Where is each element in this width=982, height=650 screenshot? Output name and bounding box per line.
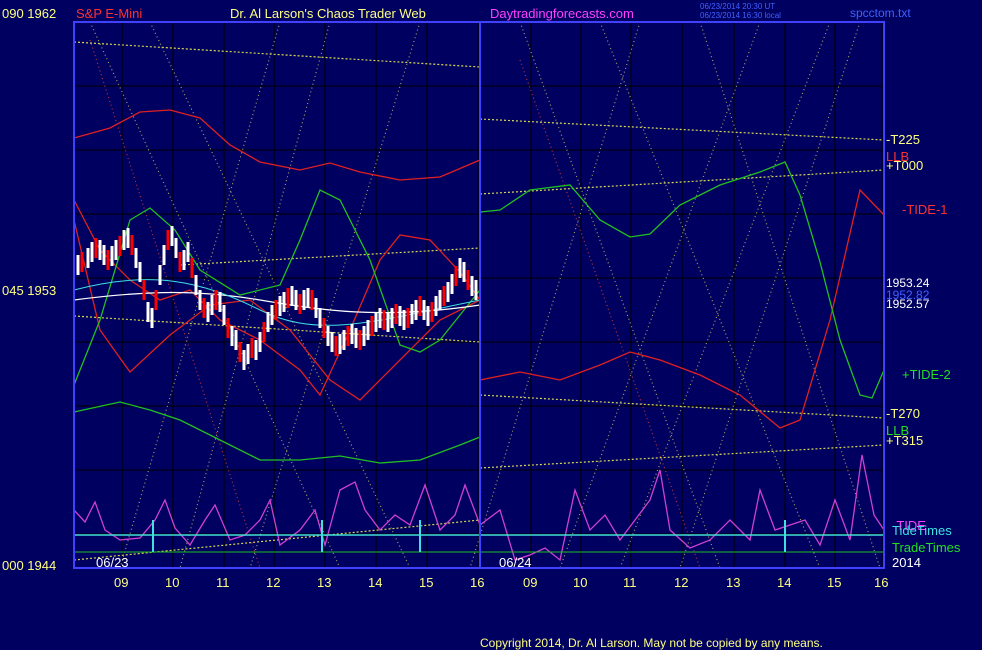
diagonal-line-11 [519,59,701,569]
price-mid-label: 045 1953 [2,283,57,298]
diagonal-line-13 [699,21,881,569]
x-tick-label-11: 12 [674,575,689,590]
x-tick-label-2: 11 [216,575,230,590]
chart-title: Dr. Al Larson's Chaos Trader Web [230,6,426,21]
x-tick-label-10: 11 [623,575,637,590]
trend-line-2 [179,247,481,266]
timestamp-local: 06/23/2014 16:30 local [700,11,781,20]
session-date-1: 06/23 [96,555,129,570]
diagonal-line-10 [89,39,261,569]
x-tick-label-4: 13 [317,575,332,590]
x-tick-label-7: 16 [470,575,485,590]
label-t225: -T225 [886,132,920,147]
price-marker-3: 1952.57 [886,297,930,311]
x-tick-label-5: 14 [368,575,383,590]
price-high-label: 090 1962 [2,6,57,21]
chaos-trader-chart [73,21,885,569]
x-tick-label-3: 12 [266,575,281,590]
session-date-2: 06/24 [499,555,532,570]
diagonal-line-7 [559,21,761,569]
diagonal-line-8 [619,21,831,569]
copyright-notice: Copyright 2014, Dr. Al Larson. May not b… [480,636,823,650]
x-tick-label-1: 10 [165,575,180,590]
diagonal-line-1 [149,21,411,569]
x-tick-label-13: 14 [777,575,792,590]
label-tide-2: +TIDE-2 [902,367,951,382]
label-year: 2014 [892,555,921,570]
x-tick-label-8: 09 [523,575,538,590]
label-tide-1: -TIDE-1 [902,202,948,217]
label-t315: +T315 [886,433,924,448]
diagonal-line-5 [519,21,721,569]
label-t270: -T270 [886,406,920,421]
website-label: Daytradingforecasts.com [490,6,634,21]
label-tradetimes: TradeTimes [892,540,961,555]
x-tick-label-15: 16 [874,575,889,590]
x-tick-label-0: 09 [114,575,129,590]
x-tick-label-12: 13 [726,575,741,590]
x-tick-label-9: 10 [573,575,588,590]
diagonal-line-6 [599,21,821,569]
diagonal-line-12 [469,21,641,569]
diagonal-line-4 [249,21,421,569]
timestamp-ut: 06/23/2014 20:30 UT [700,2,776,11]
diagonal-line-9 [679,21,861,569]
trend-line-0 [73,41,481,68]
x-tick-label-6: 15 [419,575,434,590]
x-tick-label-14: 15 [827,575,842,590]
label-tidetimes: TideTimes [892,523,952,538]
filename-label: spcctom.txt [850,6,911,20]
green-band-1 [73,401,481,464]
label-t000: +T000 [886,158,924,173]
price-low-label: 000 1944 [2,558,57,573]
green-band-0 [73,189,481,386]
price-bars [76,226,478,370]
instrument-label: S&P E-Mini [76,6,143,21]
